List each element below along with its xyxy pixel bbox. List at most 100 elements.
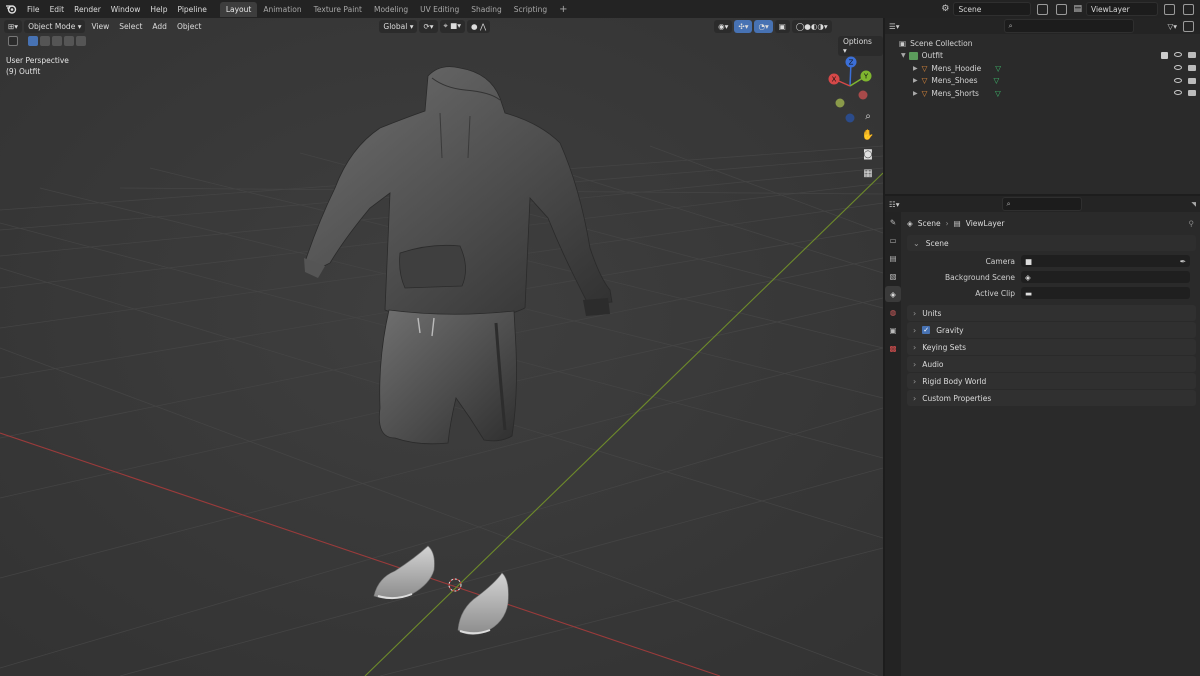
units-panel-header[interactable]: › Units [907, 305, 1196, 321]
scene-selector[interactable]: Scene [953, 2, 1032, 16]
select-extend-icon[interactable] [40, 36, 50, 46]
eyedropper-icon[interactable]: ✒ [1180, 257, 1186, 266]
transform-orientation-dropdown[interactable]: Global ▾ [379, 19, 418, 33]
collection-tab-icon[interactable]: ▣ [885, 322, 901, 338]
scene-panel-header[interactable]: ⌄ Scene [907, 235, 1196, 251]
mesh-data-icon[interactable]: ▽ [995, 89, 1001, 98]
pan-hand-icon[interactable]: ✋ [860, 127, 876, 143]
tab-shading[interactable]: Shading [465, 2, 507, 17]
delete-view-layer-icon[interactable] [1183, 3, 1194, 15]
outliner-editor-type-icon[interactable]: ☰▾ [889, 22, 900, 31]
properties-editor-type-icon[interactable]: ☷▾ [889, 200, 900, 209]
tool-tab-icon[interactable]: ✎ [885, 214, 901, 230]
pin-icon[interactable]: ⚲ [1189, 219, 1195, 228]
menu-select[interactable]: Select [115, 22, 146, 31]
menu-edit[interactable]: Edit [45, 5, 70, 14]
view-layer-icon[interactable]: ▤ [1073, 4, 1082, 14]
new-scene-icon[interactable] [1037, 3, 1049, 15]
hide-toggle-icon[interactable] [1174, 52, 1182, 58]
filter-icon[interactable]: ▽▾ [1167, 22, 1177, 31]
tab-scripting[interactable]: Scripting [508, 2, 553, 17]
gizmo-toggle-icon[interactable]: ✣▾ [734, 19, 753, 33]
expand-icon[interactable]: ▶ [913, 65, 918, 72]
menu-render[interactable]: Render [69, 5, 106, 14]
object-mode-dropdown[interactable]: Object Mode ▾ [24, 19, 86, 33]
menu-add[interactable]: Add [148, 22, 171, 31]
collapse-icon[interactable]: ▼ [901, 52, 906, 59]
properties-options-icon[interactable]: ◥ [1191, 201, 1196, 208]
menu-view[interactable]: View [87, 22, 113, 31]
perspective-grid-icon[interactable]: ▦ [860, 165, 876, 181]
view-layer-tab-icon[interactable]: ▧ [885, 268, 901, 284]
camera-view-icon[interactable]: ◙ [860, 146, 876, 162]
options-dropdown[interactable]: Options ▾ [838, 36, 883, 56]
menu-pipeline[interactable]: Pipeline [172, 5, 211, 14]
editor-type-button[interactable]: ⊞▾ [4, 19, 23, 33]
tab-layout[interactable]: Layout [219, 1, 258, 17]
render-toggle-icon[interactable] [1188, 90, 1196, 97]
xray-icon[interactable]: ▣ [774, 19, 790, 33]
render-toggle-icon[interactable] [1188, 65, 1196, 72]
add-workspace-button[interactable]: + [553, 4, 573, 15]
outliner-item-shorts[interactable]: ▶ ▽ Mens_Shorts ▽ [885, 87, 1200, 100]
new-view-layer-icon[interactable] [1164, 3, 1175, 15]
blender-logo-icon[interactable] [0, 0, 22, 18]
proportional-edit-icon[interactable]: ● ⋀ [467, 19, 491, 33]
outliner-item-shoes[interactable]: ▶ ▽ Mens_Shoes ▽ [885, 75, 1200, 88]
view-layer-selector[interactable]: ViewLayer [1086, 2, 1158, 16]
keying-sets-panel-header[interactable]: › Keying Sets [907, 339, 1196, 355]
scene-collection-row[interactable]: ▣ Scene Collection [885, 37, 1200, 50]
scene-type-icon[interactable]: ⚙ [941, 4, 949, 14]
active-clip-field[interactable]: ▬ [1021, 287, 1190, 299]
rigid-body-world-panel-header[interactable]: › Rigid Body World [907, 373, 1196, 389]
tab-modeling[interactable]: Modeling [368, 2, 414, 17]
snap-icon[interactable]: ⌖ ■▾ [439, 19, 466, 33]
custom-properties-panel-header[interactable]: › Custom Properties [907, 390, 1196, 406]
render-tab-icon[interactable]: ▭ [885, 232, 901, 248]
audio-panel-header[interactable]: › Audio [907, 356, 1196, 372]
hide-toggle-icon[interactable] [1174, 77, 1182, 83]
camera-field[interactable]: ■ ✒ [1021, 255, 1190, 267]
visibility-icon[interactable]: ◉▾ [714, 19, 733, 33]
tweak-tool-icon[interactable] [8, 36, 18, 46]
overlays-icon[interactable]: ◔▾ [754, 19, 773, 33]
mesh-data-icon[interactable]: ▽ [994, 76, 1000, 85]
tab-texture-paint[interactable]: Texture Paint [308, 2, 368, 17]
outliner-search-input[interactable]: ⌕ [1003, 19, 1134, 33]
tab-uv-editing[interactable]: UV Editing [414, 2, 465, 17]
menu-object[interactable]: Object [173, 22, 205, 31]
delete-scene-icon[interactable] [1056, 3, 1068, 15]
pivot-icon[interactable]: ⟳▾ [419, 19, 438, 33]
render-toggle-icon[interactable] [1188, 77, 1196, 84]
mesh-data-icon[interactable]: ▽ [995, 64, 1001, 73]
exclude-checkbox[interactable] [1161, 52, 1168, 60]
select-subtract-icon[interactable] [52, 36, 62, 46]
texture-tab-icon[interactable]: ▩ [885, 340, 901, 356]
select-intersect-icon[interactable] [76, 36, 86, 46]
shading-modes-icon[interactable]: ◯●◐◑▾ [791, 19, 832, 33]
scene-tab-icon[interactable]: ◈ [885, 286, 901, 302]
viewport-scene[interactable] [0, 18, 883, 676]
gravity-panel-header[interactable]: › ✓ Gravity [907, 322, 1196, 338]
outliner-item-hoodie[interactable]: ▶ ▽ Mens_Hoodie ▽ [885, 62, 1200, 75]
collection-outfit-row[interactable]: ▼ Outfit [885, 50, 1200, 63]
background-scene-field[interactable]: ◈ [1021, 271, 1190, 283]
hide-toggle-icon[interactable] [1174, 65, 1182, 71]
new-collection-icon[interactable] [1183, 20, 1194, 32]
3d-viewport[interactable]: ⊞▾ Object Mode ▾ View Select Add Object … [0, 18, 883, 676]
hide-toggle-icon[interactable] [1174, 90, 1182, 96]
menu-window[interactable]: Window [106, 5, 146, 14]
expand-icon[interactable]: ▶ [913, 90, 918, 97]
select-new-icon[interactable] [28, 36, 38, 46]
render-toggle-icon[interactable] [1188, 52, 1196, 59]
world-tab-icon[interactable]: ◍ [885, 304, 901, 320]
menu-file[interactable]: File [22, 5, 45, 14]
expand-icon[interactable]: ▶ [913, 77, 918, 84]
gravity-checkbox[interactable]: ✓ [922, 326, 931, 334]
output-tab-icon[interactable]: ▤ [885, 250, 901, 266]
tab-animation[interactable]: Animation [257, 2, 307, 17]
mens-shorts-model[interactable] [378, 309, 517, 445]
zoom-icon[interactable]: ⌕ [860, 108, 876, 124]
properties-search-input[interactable]: ⌕ [1001, 197, 1082, 211]
menu-help[interactable]: Help [145, 5, 172, 14]
